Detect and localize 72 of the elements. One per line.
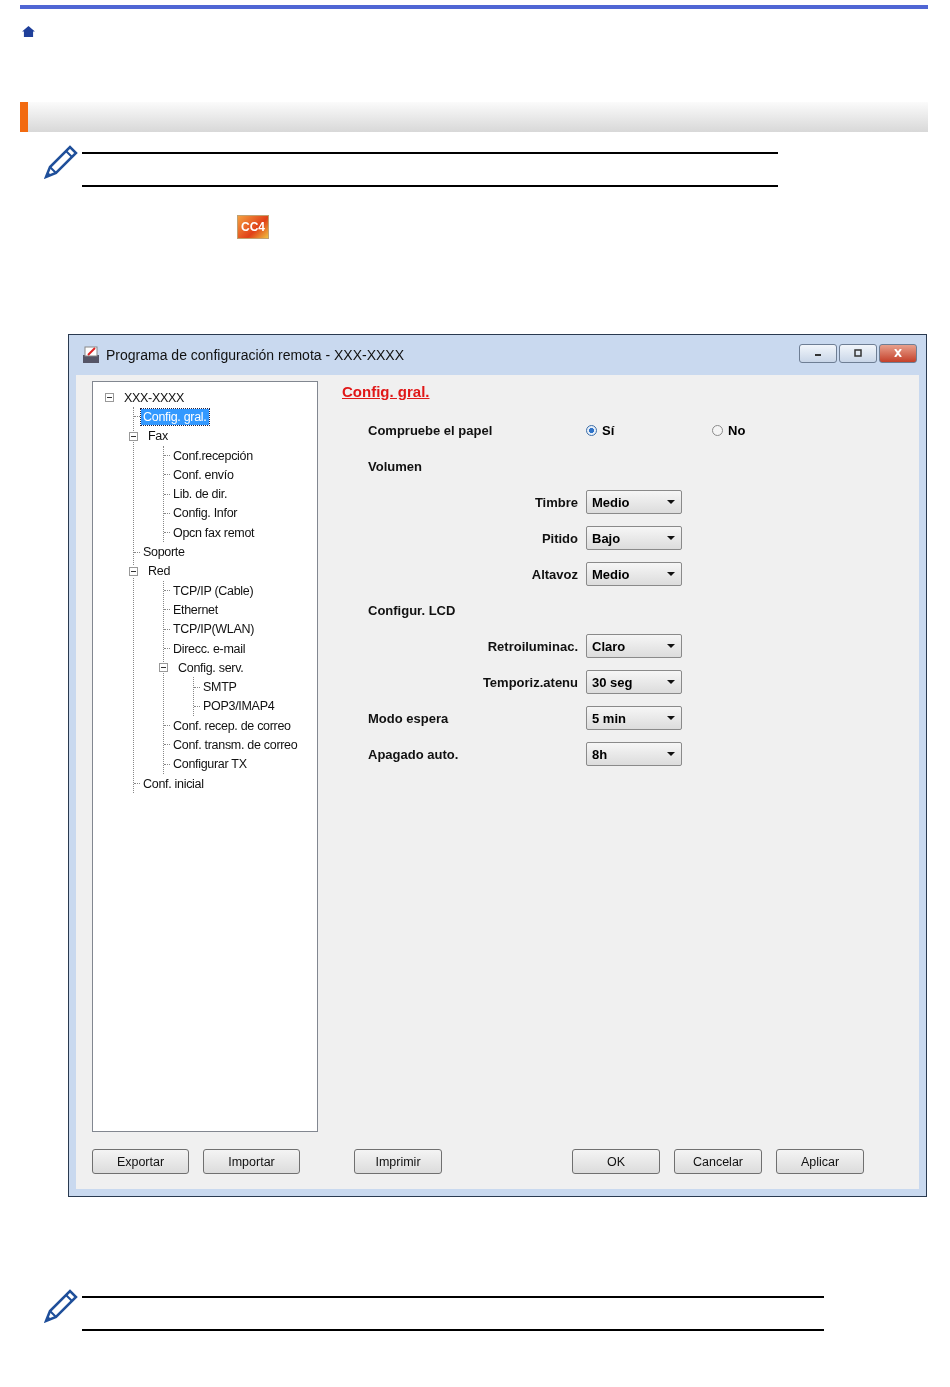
- close-icon: [893, 349, 903, 357]
- setting-label: Retroiluminac.: [486, 638, 579, 654]
- dialog-button[interactable]: Importar: [203, 1149, 300, 1174]
- radio-label: No: [728, 422, 746, 438]
- setting-label: Pitido: [540, 530, 579, 546]
- pencil-icon: [44, 145, 78, 179]
- tree-item[interactable]: Conf. inicial: [141, 775, 206, 792]
- caret-icon: [667, 572, 675, 576]
- dropdown[interactable]: 30 seg: [586, 670, 682, 694]
- app-icon: CC4: [237, 215, 269, 239]
- tree-item[interactable]: Lib. de dir.: [171, 486, 230, 503]
- home-icon[interactable]: [22, 26, 35, 37]
- dropdown[interactable]: Claro: [586, 634, 682, 658]
- close-button[interactable]: [879, 343, 917, 363]
- tree-item[interactable]: Direcc. e-mail: [171, 640, 248, 657]
- window-title: Programa de configuración remota - XXX-XXXX: [106, 347, 405, 363]
- tree-item[interactable]: Conf. envío: [171, 466, 236, 483]
- dialog-button[interactable]: OK: [572, 1149, 660, 1174]
- pencil-icon: [44, 1289, 78, 1323]
- collapse-toggle-icon[interactable]: [128, 565, 139, 577]
- tree-item[interactable]: XXX-XXXX: [122, 389, 187, 406]
- group-label: Volumen: [368, 458, 423, 474]
- radio-option[interactable]: No: [712, 422, 838, 438]
- tree-item[interactable]: Configurar TX: [171, 756, 249, 773]
- radio-option[interactable]: Sí: [586, 422, 712, 438]
- radio-button[interactable]: [712, 424, 723, 436]
- setting-label: Modo espera: [368, 710, 450, 726]
- setting-label: Altavoz: [530, 566, 579, 582]
- caret-icon: [667, 536, 675, 540]
- tree-item[interactable]: Config. serv.: [176, 659, 246, 676]
- radio-label: Sí: [602, 422, 615, 438]
- caret-icon: [667, 716, 675, 720]
- radio-button[interactable]: [586, 424, 597, 436]
- dropdown[interactable]: 8h: [586, 742, 682, 766]
- page-title: Config. gral.: [342, 383, 430, 400]
- tree-item[interactable]: TCP/IP (Cable): [171, 582, 256, 599]
- tree-item[interactable]: Soporte: [141, 544, 187, 560]
- maximize-icon: [853, 349, 863, 357]
- collapse-toggle-icon[interactable]: [104, 392, 115, 404]
- setting-label: Apagado auto.: [368, 746, 460, 762]
- app-window-icon: [82, 346, 100, 364]
- caret-icon: [667, 500, 675, 504]
- tree-item[interactable]: TCP/IP(WLAN): [171, 621, 257, 638]
- tree-item[interactable]: POP3/IMAP4: [201, 698, 277, 715]
- minimize-button[interactable]: [799, 343, 837, 363]
- collapse-toggle-icon[interactable]: [128, 430, 139, 442]
- tree-item[interactable]: SMTP: [201, 679, 239, 696]
- tree-item[interactable]: Ethernet: [171, 601, 220, 618]
- tree-item[interactable]: Conf. transm. de correo: [171, 737, 300, 753]
- dropdown[interactable]: Bajo: [586, 526, 682, 550]
- tree-item[interactable]: Conf. recep. de correo: [171, 717, 293, 734]
- tree-item[interactable]: Config. Infor: [171, 505, 240, 522]
- caret-icon: [667, 680, 675, 684]
- collapse-toggle-icon[interactable]: [158, 662, 169, 674]
- setting-label: Timbre: [533, 494, 579, 510]
- dropdown[interactable]: Medio: [586, 562, 682, 586]
- tree-item[interactable]: Fax: [146, 428, 170, 445]
- dropdown[interactable]: 5 min: [586, 706, 682, 730]
- caret-icon: [667, 752, 675, 756]
- caret-icon: [667, 644, 675, 648]
- tree-item[interactable]: Opcn fax remot: [171, 524, 257, 541]
- dialog-button[interactable]: Aplicar: [776, 1149, 864, 1174]
- dialog-button[interactable]: Cancelar: [674, 1149, 762, 1174]
- tree-item[interactable]: Conf.recepción: [171, 447, 255, 464]
- setting-label: Temporiz.atenu: [481, 674, 579, 690]
- dialog-button[interactable]: Imprimir: [354, 1149, 442, 1174]
- dialog-button[interactable]: Exportar: [92, 1149, 189, 1174]
- dropdown[interactable]: Medio: [586, 490, 682, 514]
- maximize-button[interactable]: [839, 343, 877, 363]
- tree-item[interactable]: Red: [146, 563, 173, 580]
- group-label: Configur. LCD: [368, 602, 457, 618]
- setting-label: Compruebe el papel: [368, 422, 494, 438]
